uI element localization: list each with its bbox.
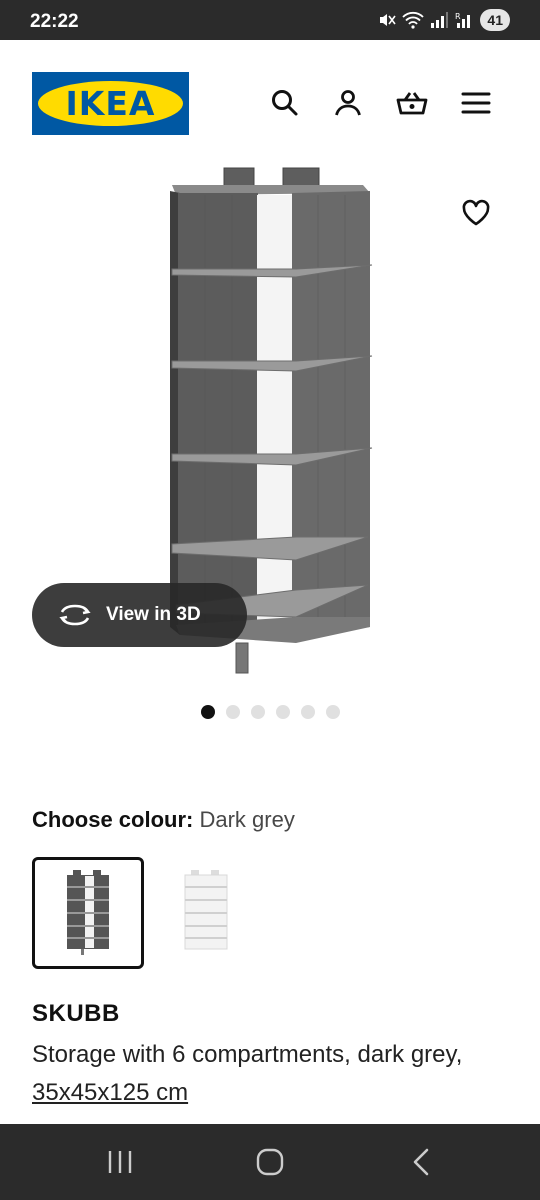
menu-icon[interactable] [460,87,492,119]
product-dimensions-link[interactable]: 35x45x125 cm [32,1079,188,1106]
basket-icon[interactable] [396,87,428,119]
carousel-dot[interactable] [200,705,215,719]
status-icons: R 41 [378,9,510,31]
carousel-dot[interactable] [275,705,290,719]
ikea-logo[interactable]: IKEA [32,72,189,135]
system-nav-bar [0,1124,540,1200]
svg-text:R: R [455,12,461,21]
carousel-dot[interactable] [250,705,265,719]
product-desc-text: Storage with 6 compartments, dark grey, [32,1041,463,1068]
heart-icon[interactable] [460,197,492,229]
carousel-dot[interactable] [300,705,315,719]
carousel-dot[interactable] [325,705,340,719]
wifi-icon [402,11,425,29]
colour-chooser-label: Choose colour: Dark grey [32,807,295,833]
product-description: Storage with 6 compartments, dark grey, … [32,1036,502,1112]
rotate-3d-icon [59,604,91,626]
product-name: SKUBB [32,1000,120,1027]
back-icon[interactable] [405,1146,439,1178]
choose-colour-heading: Choose colour: [32,807,194,832]
white-thumbnail [184,870,228,950]
mute-icon [380,14,397,26]
carousel-indicator [0,705,540,721]
logo-text: IKEA [65,84,156,123]
status-bar: 22:22 R 41 [0,0,540,40]
selected-colour-value: Dark grey [199,807,295,832]
signal-r-icon: R [455,12,471,28]
carousel-dot[interactable] [225,705,240,719]
recent-apps-icon[interactable] [103,1146,137,1178]
status-time: 22:22 [30,11,79,32]
account-icon[interactable] [332,87,364,119]
signal-icon [431,12,449,28]
header: IKEA [0,40,540,165]
battery-badge: 41 [480,9,510,31]
colour-option-dark-grey[interactable] [32,857,144,969]
search-icon[interactable] [269,87,301,119]
colour-option-white[interactable] [150,857,262,969]
dark-grey-thumbnail [67,870,109,955]
home-icon[interactable] [253,1146,287,1178]
view-in-3d-label: View in 3D [106,604,201,625]
product-gallery[interactable]: View in 3D [0,165,540,695]
view-in-3d-button[interactable]: View in 3D [32,583,247,647]
